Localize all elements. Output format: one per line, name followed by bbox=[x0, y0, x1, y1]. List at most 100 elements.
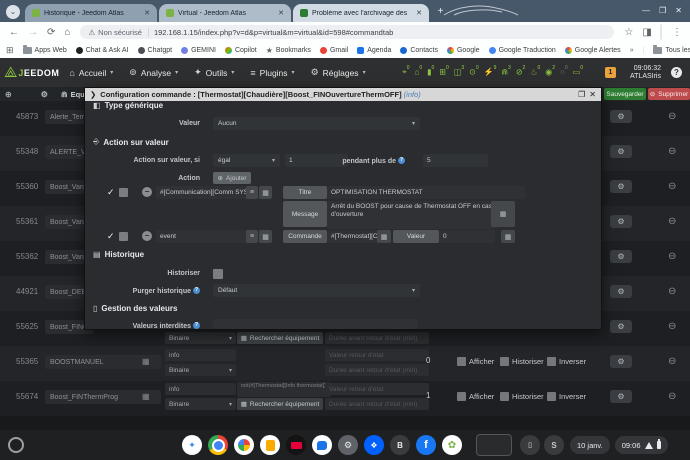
remove-row-icon[interactable]: ⊖ bbox=[668, 147, 676, 157]
forbidden-values-input[interactable] bbox=[213, 319, 418, 329]
grid-icon[interactable]: ▦ bbox=[259, 186, 272, 199]
message-textarea[interactable]: Arrêt du BOOST pour cause de Thermostat … bbox=[327, 201, 496, 229]
action-target-input[interactable]: event bbox=[156, 230, 253, 243]
invert-checkbox[interactable] bbox=[547, 357, 556, 366]
b-app-icon[interactable]: B bbox=[390, 435, 410, 455]
action-option-checkbox[interactable] bbox=[119, 188, 128, 197]
bookmark-gmail[interactable]: Gmail bbox=[320, 47, 348, 54]
log-checkbox[interactable] bbox=[500, 392, 509, 401]
menu-outils[interactable]: ✦Outils bbox=[194, 67, 234, 78]
status-icon[interactable]: ⚡9 bbox=[484, 67, 497, 77]
close-tab-icon[interactable]: ✕ bbox=[278, 9, 284, 17]
generic-type-select[interactable]: Aucun bbox=[213, 117, 420, 130]
messages-icon[interactable] bbox=[312, 435, 332, 455]
display-checkbox[interactable] bbox=[457, 392, 466, 401]
remove-row-icon[interactable]: ⊖ bbox=[668, 252, 676, 262]
modal-header[interactable]: ❯ Configuration commande : [Thermostat][… bbox=[85, 88, 601, 101]
bookmark-contacts[interactable]: Contacts bbox=[400, 47, 438, 54]
grid-icon[interactable]: ▦ bbox=[491, 201, 515, 227]
tab-probleme-archivage[interactable]: Problème avec l'archivage des ✕ bbox=[293, 4, 429, 22]
status-icon[interactable]: ⊞0 bbox=[439, 67, 448, 77]
search-equipment-button[interactable]: ▦Rechercher équipement bbox=[237, 332, 323, 344]
action-target-input[interactable]: #[Communication][Comm SYSLOG] bbox=[156, 186, 253, 199]
remove-row-icon[interactable]: ⊖ bbox=[668, 287, 676, 297]
dropbox-icon[interactable]: ❖ bbox=[364, 435, 384, 455]
return-state-value-input[interactable]: Valeur retour d'état bbox=[325, 349, 429, 361]
google-photos-icon[interactable] bbox=[234, 435, 254, 455]
gear-config-button[interactable]: ⚙ bbox=[610, 145, 632, 158]
status-icon[interactable]: ▭0 bbox=[573, 67, 583, 77]
reload-icon[interactable]: ⟳ bbox=[47, 27, 55, 38]
list-icon[interactable]: ≡ bbox=[246, 186, 258, 199]
gear-config-button[interactable]: ⚙ bbox=[610, 320, 632, 333]
menu-analyse[interactable]: ⊚Analyse bbox=[129, 67, 178, 78]
minimize-window-icon[interactable]: — bbox=[642, 0, 650, 22]
browser-menu-icon[interactable]: ⋮ bbox=[672, 27, 682, 38]
display-checkbox[interactable] bbox=[457, 357, 466, 366]
menu-plugins[interactable]: ≡Plugins bbox=[250, 68, 294, 78]
bookmark-copilot[interactable]: Copilot bbox=[225, 47, 257, 54]
bookmark-apps-web[interactable]: Apps Web bbox=[23, 47, 67, 54]
status-icon[interactable]: ⊘2 bbox=[516, 67, 525, 77]
bookmark-google[interactable]: Google bbox=[447, 47, 480, 54]
bookmark-star-icon[interactable]: ☆ bbox=[624, 27, 633, 38]
restore-window-icon[interactable]: ❐ bbox=[659, 0, 666, 22]
log-checkbox[interactable] bbox=[500, 357, 509, 366]
close-modal-icon[interactable]: ✕ bbox=[589, 90, 596, 99]
subtype-select[interactable]: Binaire bbox=[165, 332, 236, 344]
historiser-checkbox[interactable] bbox=[213, 269, 223, 279]
subtype-select[interactable]: Binaire bbox=[165, 398, 236, 410]
bookmark-chatgpt[interactable]: Chatgpt bbox=[138, 47, 173, 54]
bookmark-gemini[interactable]: GEMINI bbox=[181, 47, 216, 54]
display-widget-icon[interactable]: ▦ bbox=[142, 392, 150, 401]
purge-select[interactable]: Défaut bbox=[213, 284, 420, 297]
operator-select[interactable]: égal bbox=[213, 154, 280, 167]
help-icon[interactable]: ? bbox=[193, 287, 200, 294]
gear-config-button[interactable]: ⚙ bbox=[610, 355, 632, 368]
close-window-icon[interactable]: ✕ bbox=[675, 0, 682, 22]
phone-hub-icon[interactable]: ▯ bbox=[520, 435, 540, 455]
tab-virtual[interactable]: Virtual - Jeedom Atlas ✕ bbox=[159, 4, 291, 22]
commande-input[interactable]: #[Thermostat][Chau bbox=[327, 230, 383, 243]
action-enabled-checkbox[interactable]: ✓ bbox=[107, 188, 115, 197]
plus-gear-icon[interactable]: ⊕ bbox=[5, 90, 12, 99]
tray-app-icon[interactable]: S bbox=[544, 435, 564, 455]
jeedom-app-icon[interactable]: ✿ bbox=[442, 435, 462, 455]
bookmark-agenda[interactable]: Agenda bbox=[357, 47, 391, 54]
subtype-select[interactable]: Binaire bbox=[165, 364, 236, 376]
remove-row-icon[interactable]: ⊖ bbox=[668, 112, 676, 122]
status-icon[interactable]: ⊙0 bbox=[469, 67, 478, 77]
bookmark-google-traduction[interactable]: Google Traduction bbox=[489, 47, 556, 54]
calendar-date-button[interactable]: 10 janv. bbox=[570, 436, 610, 454]
invert-checkbox[interactable] bbox=[547, 392, 556, 401]
bookmarks-overflow-chevron[interactable]: » bbox=[630, 47, 634, 54]
bookmark-google-alertes[interactable]: Google Alertes bbox=[565, 47, 621, 54]
gear-config-button[interactable]: ⚙ bbox=[610, 390, 632, 403]
status-icon[interactable]: ◫3 bbox=[454, 67, 464, 77]
grid-icon[interactable]: ▦ bbox=[259, 230, 272, 243]
add-action-button[interactable]: ⊕Ajouter bbox=[213, 172, 251, 184]
menu-reglages[interactable]: ⚙Réglages bbox=[311, 67, 366, 78]
save-button[interactable]: Sauvegarder bbox=[604, 88, 646, 100]
help-icon[interactable]: ? bbox=[398, 157, 405, 164]
remove-row-icon[interactable]: ⊖ bbox=[668, 357, 676, 367]
list-icon[interactable]: ≡ bbox=[246, 230, 258, 243]
gear-config-button[interactable]: ⚙ bbox=[610, 110, 632, 123]
tab-search-icon[interactable]: ⌄ bbox=[6, 5, 20, 19]
wallet-app-icon[interactable] bbox=[260, 435, 280, 455]
gear-config-button[interactable]: ⚙ bbox=[610, 180, 632, 193]
status-icon[interactable]: ⋒3 bbox=[501, 67, 510, 77]
remove-action-icon[interactable]: − bbox=[142, 187, 152, 197]
status-icon[interactable]: ⌖0 bbox=[402, 67, 409, 78]
remove-row-icon[interactable]: ⊖ bbox=[668, 322, 676, 332]
maximize-modal-icon[interactable]: ❐ bbox=[578, 90, 585, 99]
gear-config-button[interactable]: ⚙ bbox=[610, 285, 632, 298]
window-preview-tile[interactable] bbox=[476, 434, 512, 456]
forward-icon[interactable]: → bbox=[28, 27, 38, 38]
home-icon[interactable]: ⌂ bbox=[64, 27, 70, 38]
bookmark-chat-ask-ai[interactable]: Chat & Ask AI bbox=[76, 47, 129, 54]
chrome-icon[interactable] bbox=[208, 435, 228, 455]
facebook-icon[interactable]: f bbox=[416, 435, 436, 455]
tab-historique[interactable]: Historique - Jeedom Atlas ✕ bbox=[25, 4, 157, 22]
settings-app-icon[interactable]: ⚙ bbox=[338, 435, 358, 455]
